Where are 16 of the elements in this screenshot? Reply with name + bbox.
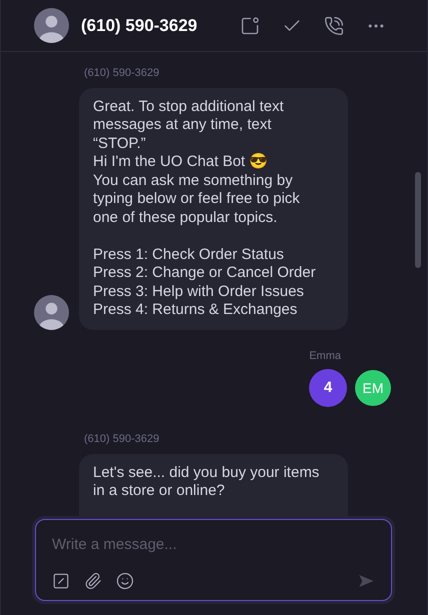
note-icon[interactable]: [240, 16, 260, 36]
contact-title: (610) 590-3629: [81, 14, 198, 37]
scrollbar[interactable]: [415, 172, 421, 268]
sender-name: (610) 590-3629: [84, 66, 160, 81]
shortcut-icon[interactable]: [52, 572, 70, 590]
sender-name: (610) 590-3629: [84, 432, 160, 447]
sender-name: Emma: [309, 348, 341, 364]
message-bubble: 4: [309, 369, 347, 407]
emoji-icon[interactable]: [116, 572, 134, 590]
message-bubble: Great. To stop additional text messages at any time, text “STOP.” Hi I'm the UO Chat Bot 😎 You can ask me something by typing below or feel free to pick one of these popular topics. Press 1: Check Order Status Press 2: Change or Cancel Order Press 3: Help with Order Issues Press 4: Returns & Exchanges: [79, 88, 348, 330]
avatar-icon: [34, 8, 69, 43]
user-avatar: EM: [355, 370, 391, 406]
message-composer[interactable]: Write a message...: [32, 516, 395, 604]
avatar-icon: [34, 294, 69, 330]
phone-icon[interactable]: [324, 16, 344, 36]
attach-icon[interactable]: [84, 572, 102, 590]
